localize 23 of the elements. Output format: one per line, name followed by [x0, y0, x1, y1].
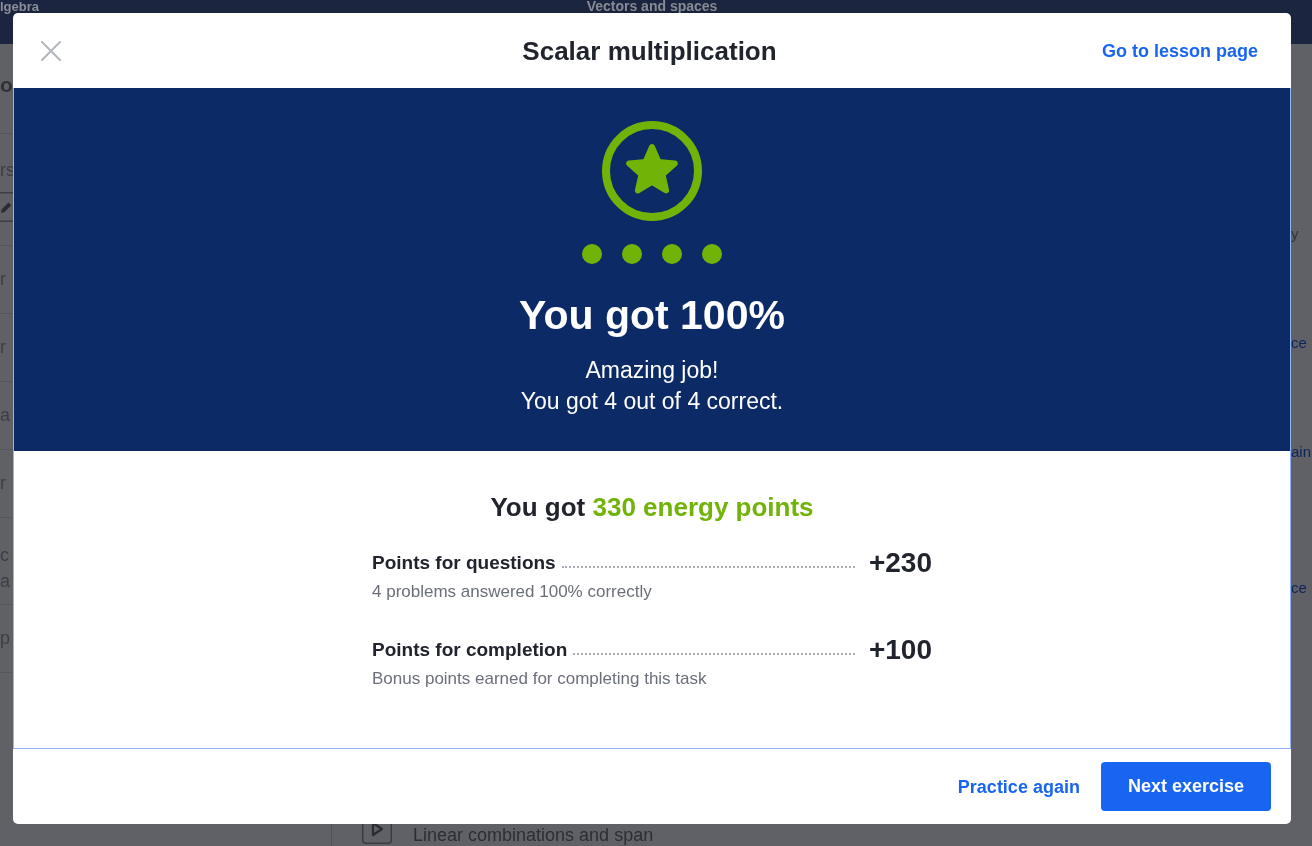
- close-button[interactable]: [41, 40, 61, 61]
- lesson-page-link[interactable]: Go to lesson page: [1101, 38, 1258, 63]
- result-message: Amazing job!: [585, 356, 719, 385]
- card-link[interactable]: ce: [1291, 330, 1307, 356]
- pencil-icon[interactable]: [0, 192, 13, 222]
- next-exercise-button[interactable]: Next exercise: [1100, 762, 1271, 811]
- close-icon: [41, 40, 61, 61]
- unit-title: Vectors and spaces: [586, 0, 718, 13]
- dialog-title: Scalar multiplication: [522, 34, 777, 67]
- star-badge-icon: [602, 121, 702, 221]
- points-label: Points for questions: [372, 551, 556, 575]
- card-link[interactable]: ce: [1291, 575, 1307, 601]
- course-title: lgebra: [0, 0, 39, 13]
- energy-points-heading: You got 330 energy points: [490, 491, 814, 524]
- card-link[interactable]: ain: [1291, 439, 1312, 465]
- points-value: +230: [868, 548, 932, 578]
- score-title: You got 100%: [519, 291, 785, 340]
- points-detail: Bonus points earned for completing this task: [372, 668, 707, 690]
- practice-again-link[interactable]: Practice again: [957, 774, 1080, 799]
- points-value: +100: [868, 635, 932, 665]
- points-label: Points for completion: [372, 638, 568, 662]
- points-detail: 4 problems answered 100% correctly: [372, 581, 652, 603]
- result-message: You got 4 out of 4 correct.: [520, 387, 784, 416]
